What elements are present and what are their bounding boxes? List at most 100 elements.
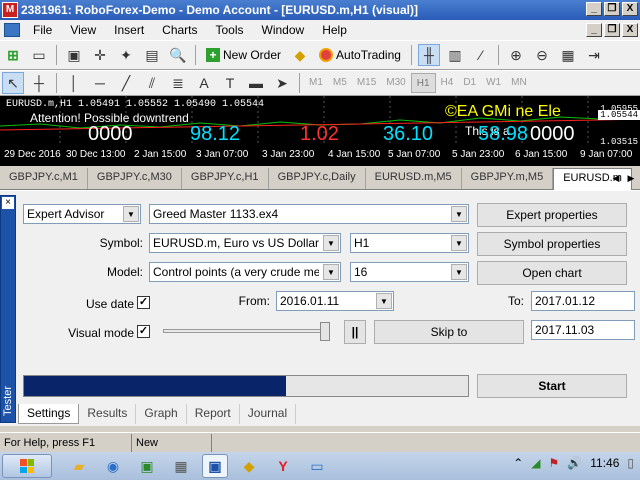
crosshair-icon[interactable]: ┼ (28, 72, 50, 94)
fibonacci-icon[interactable]: ≣ (167, 72, 189, 94)
shapes-icon[interactable]: ▬ (245, 72, 267, 94)
metaeditor-icon[interactable]: ◆ (289, 44, 311, 66)
menu-insert[interactable]: Insert (105, 23, 153, 37)
close-button[interactable]: X (622, 2, 638, 16)
maximize-button[interactable]: ❐ (604, 2, 620, 16)
timeframe-m15[interactable]: M15 (352, 73, 381, 93)
period-select[interactable]: H1 ▼ (350, 233, 469, 253)
cursor-icon[interactable]: ↖ (2, 72, 24, 94)
visual-speed-slider-track[interactable] (163, 329, 329, 333)
new-order-button[interactable]: + New Order (200, 44, 287, 66)
chart-tab[interactable]: GBPJPY.c,M30 (88, 168, 182, 189)
data-window-icon[interactable]: ✛ (89, 44, 111, 66)
timeframe-h1[interactable]: H1 (410, 73, 436, 93)
zoom-out-icon[interactable]: ⊖ (531, 44, 553, 66)
visual-speed-slider-thumb[interactable] (320, 322, 330, 341)
minimize-button[interactable]: _ (586, 2, 602, 16)
auto-scroll-icon[interactable]: ⇥ (583, 44, 605, 66)
strategy-tester-icon[interactable]: 🔍 (167, 44, 189, 66)
tab-graph[interactable]: Graph (136, 404, 187, 424)
tab-journal[interactable]: Journal (240, 404, 297, 424)
chart-tab[interactable]: GBPJPY.c,M1 (0, 168, 88, 189)
calculator-icon[interactable]: ▦ (168, 454, 194, 478)
title-bar[interactable]: M 2381961: RoboForex-Demo - Demo Account… (0, 0, 640, 20)
media-player-icon[interactable]: ◉ (100, 454, 126, 478)
use-date-checkbox[interactable]: ✓ (137, 296, 150, 309)
start-button[interactable]: Start (477, 374, 627, 398)
to-date-picker[interactable]: 2017.01.12 (531, 291, 635, 311)
timeframe-m5[interactable]: M5 (328, 73, 352, 93)
tray-expand-icon[interactable]: ⌃ (513, 456, 523, 470)
menu-tools[interactable]: Tools (207, 23, 253, 37)
tile-windows-icon[interactable]: ▦ (557, 44, 579, 66)
expert-select[interactable]: Greed Master 1133.ex4 ▼ (149, 204, 469, 224)
price-chart[interactable]: EURUSD.m,H1 1.05491 1.05552 1.05490 1.05… (0, 96, 640, 166)
vertical-line-icon[interactable]: │ (63, 72, 85, 94)
chart-tab[interactable]: GBPJPY.c,H1 (182, 168, 269, 189)
spread-select[interactable]: 16 ▼ (350, 262, 469, 282)
line-chart-icon[interactable]: ⁄ (470, 44, 492, 66)
skip-to-button[interactable]: Skip to (374, 320, 524, 344)
clock[interactable]: 11:46 (590, 456, 619, 470)
chart-tab[interactable]: EURUSD.m,M5 (366, 168, 462, 189)
terminal-icon[interactable]: ▤ (141, 44, 163, 66)
menu-file[interactable]: File (24, 23, 61, 37)
volume-icon[interactable]: 🔊 (567, 456, 582, 470)
menu-view[interactable]: View (61, 23, 105, 37)
profiles-icon[interactable]: ▭ (28, 44, 50, 66)
from-date-picker[interactable]: 2016.01.11 ▼ (276, 291, 394, 311)
timeframe-mn[interactable]: MN (506, 73, 532, 93)
start-button[interactable] (2, 454, 52, 478)
show-desktop-icon[interactable]: ▯ (627, 456, 634, 470)
chart-tab[interactable]: GBPJPY.m,M5 (462, 168, 554, 189)
metatrader-icon[interactable]: ▣ (202, 454, 228, 478)
tab-scroll-right-icon[interactable]: ▶ (624, 171, 638, 185)
tab-scroll-left-icon[interactable]: ◀ (609, 171, 623, 185)
channel-icon[interactable]: ⫽ (141, 72, 163, 94)
visual-mode-checkbox[interactable]: ✓ (137, 325, 150, 338)
flag-icon[interactable]: ⚑ (549, 456, 560, 470)
tester-mode-select[interactable]: Expert Advisor ▼ (23, 204, 141, 224)
menu-charts[interactable]: Charts (153, 23, 206, 37)
market-watch-icon[interactable]: ▣ (63, 44, 85, 66)
mdi-close-button[interactable]: X (622, 23, 638, 37)
tester-close-button[interactable]: × (2, 197, 14, 209)
tab-report[interactable]: Report (187, 404, 240, 424)
arrows-icon[interactable]: ➤ (271, 72, 293, 94)
trendline-icon[interactable]: ╱ (115, 72, 137, 94)
timeframe-h4[interactable]: H4 (436, 73, 459, 93)
menu-window[interactable]: Window (253, 23, 314, 37)
expert-properties-button[interactable]: Expert properties (477, 203, 627, 227)
candlestick-icon[interactable]: ▥ (444, 44, 466, 66)
model-select[interactable]: Control points (a very crude method ▼ (149, 262, 341, 282)
symbol-select[interactable]: EURUSD.m, Euro vs US Dollar ▼ (149, 233, 341, 253)
horizontal-line-icon[interactable]: ─ (89, 72, 111, 94)
autotrading-button[interactable]: AutoTrading (313, 44, 407, 66)
pause-button[interactable]: || (344, 320, 366, 344)
explorer-icon[interactable]: ▰ (66, 454, 92, 478)
chart-tab[interactable]: GBPJPY.c,Daily (269, 168, 366, 189)
timeframe-m30[interactable]: M30 (381, 73, 410, 93)
symbol-properties-button[interactable]: Symbol properties (477, 232, 627, 256)
timeframe-m1[interactable]: M1 (304, 73, 328, 93)
skip-to-date[interactable]: 2017.11.03 (531, 320, 635, 340)
timeframe-d1[interactable]: D1 (458, 73, 481, 93)
chart-window-icon[interactable] (4, 23, 20, 37)
navigator-icon[interactable]: ✦ (115, 44, 137, 66)
menu-help[interactable]: Help (313, 23, 356, 37)
network-status-icon[interactable]: ◢ (531, 456, 540, 470)
open-chart-button[interactable]: Open chart (477, 261, 627, 285)
new-chart-icon[interactable]: ⊞ (2, 44, 24, 66)
remote-desktop-icon[interactable]: ▭ (304, 454, 330, 478)
bar-chart-icon[interactable]: ╫ (417, 44, 440, 66)
text-icon[interactable]: A (193, 72, 215, 94)
tab-settings[interactable]: Settings (18, 404, 80, 424)
zoom-in-icon[interactable]: ⊕ (505, 44, 527, 66)
tab-results[interactable]: Results (79, 404, 137, 424)
yandex-browser-icon[interactable]: Y (270, 454, 296, 478)
forex-icon[interactable]: ◆ (236, 454, 262, 478)
mdi-minimize-button[interactable]: _ (586, 23, 602, 37)
network-monitor-icon[interactable]: ▣ (134, 454, 160, 478)
mdi-restore-button[interactable]: ❐ (604, 23, 620, 37)
label-icon[interactable]: T (219, 72, 241, 94)
